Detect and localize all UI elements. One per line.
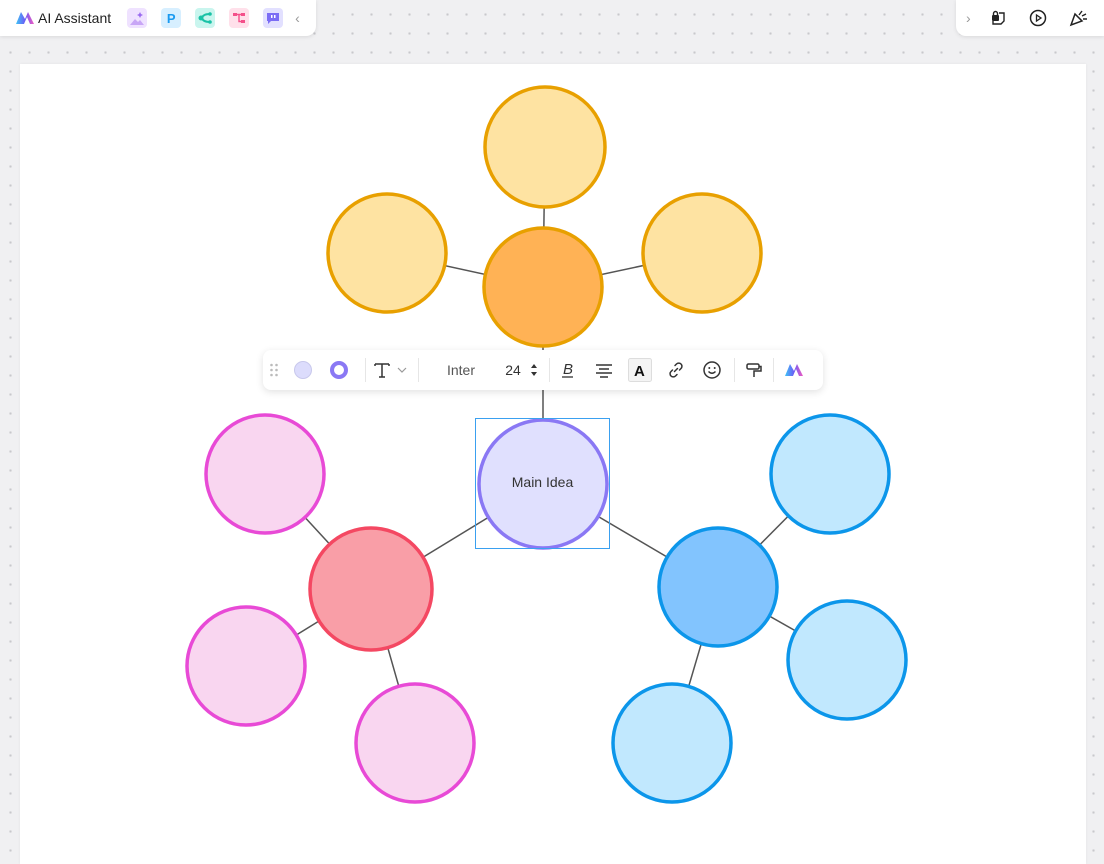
font-family-select[interactable]: Inter	[419, 362, 503, 378]
play-icon[interactable]	[1029, 9, 1047, 27]
celebrate-icon[interactable]	[1069, 9, 1089, 27]
align-button[interactable]	[586, 362, 622, 378]
presentation-p-icon[interactable]: P	[161, 8, 182, 28]
format-toolbar: Inter 24 B A	[263, 350, 823, 390]
svg-text:B: B	[563, 361, 573, 378]
child-node-red-2[interactable]	[185, 605, 307, 727]
child-node-orange-2[interactable]	[326, 192, 448, 314]
branch-node-orange[interactable]	[482, 226, 604, 348]
border-color-icon	[330, 361, 348, 379]
drag-handle-icon[interactable]	[263, 363, 285, 377]
format-painter-icon	[746, 363, 762, 377]
top-right-toolbar: ›	[956, 0, 1104, 36]
child-node-blue-2[interactable]	[786, 599, 908, 721]
text-color-icon: A	[628, 358, 652, 382]
main-idea-label[interactable]: Main Idea	[476, 474, 609, 490]
branch-node-blue[interactable]	[657, 526, 779, 648]
ai-icon	[785, 364, 803, 376]
lock-note-icon[interactable]	[989, 9, 1007, 27]
nodes	[185, 85, 908, 804]
child-node-orange-1[interactable]	[483, 85, 607, 209]
fill-color-icon	[294, 361, 312, 379]
border-color-button[interactable]	[321, 360, 357, 380]
format-painter-button[interactable]	[735, 361, 773, 379]
mind-map-diagram[interactable]	[0, 0, 1104, 858]
top-left-toolbar: AI Assistant P ‹	[0, 0, 316, 36]
child-node-red-1[interactable]	[204, 413, 326, 535]
ai-logo-icon	[16, 12, 34, 24]
ai-button[interactable]	[774, 363, 814, 377]
emoji-icon	[703, 361, 721, 379]
flowchart-icon[interactable]	[229, 8, 250, 28]
bold-icon: B	[562, 361, 573, 378]
child-node-blue-1[interactable]	[769, 413, 891, 535]
text-color-button[interactable]: A	[622, 358, 658, 382]
font-size-input[interactable]: 24	[503, 362, 523, 378]
child-node-orange-3[interactable]	[641, 192, 763, 314]
bold-button[interactable]: B	[550, 361, 586, 379]
svg-text:A: A	[634, 363, 645, 380]
link-icon	[669, 362, 683, 378]
ai-assistant-label: AI Assistant	[38, 10, 112, 26]
child-node-blue-3[interactable]	[611, 682, 733, 804]
link-button[interactable]	[658, 361, 694, 379]
branch-node-red[interactable]	[308, 526, 434, 652]
stepper-arrows-icon	[531, 364, 537, 376]
chevron-left-icon[interactable]: ‹	[295, 10, 300, 26]
mindmap-icon[interactable]	[195, 8, 216, 28]
ai-assistant-button[interactable]: AI Assistant	[15, 10, 111, 26]
fill-color-button[interactable]	[285, 360, 321, 380]
font-size-stepper[interactable]	[523, 362, 545, 378]
image-generate-icon[interactable]	[127, 8, 148, 28]
text-style-button[interactable]	[366, 361, 414, 379]
chat-icon[interactable]	[263, 8, 284, 28]
text-style-icon	[374, 363, 390, 378]
align-center-icon	[596, 364, 612, 378]
chevron-right-icon[interactable]: ›	[966, 10, 971, 26]
chevron-down-icon	[397, 367, 407, 373]
child-node-red-3[interactable]	[354, 682, 476, 804]
emoji-button[interactable]	[694, 360, 730, 380]
